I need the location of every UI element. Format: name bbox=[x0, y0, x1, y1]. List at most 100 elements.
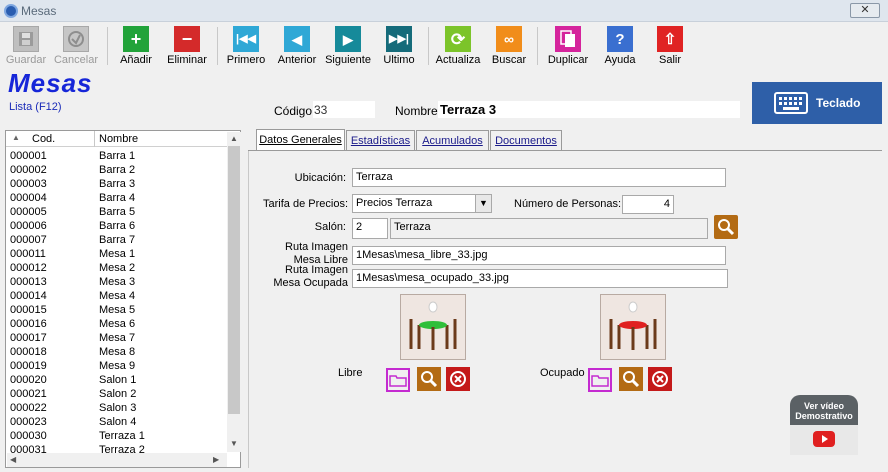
col-nombre-header[interactable]: Nombre bbox=[99, 133, 138, 145]
teclado-label: Teclado bbox=[816, 96, 861, 110]
buscar-button[interactable]: ∞ Buscar bbox=[488, 26, 530, 68]
list-item[interactable]: 000030 Terraza 1 bbox=[6, 429, 227, 443]
actualiza-button[interactable]: ⟳ Actualiza bbox=[434, 26, 482, 68]
list-item[interactable]: 000017 Mesa 7 bbox=[6, 331, 227, 345]
ocupado-folder-icon[interactable] bbox=[588, 368, 612, 392]
siguiente-button[interactable]: ▶ Siguiente bbox=[324, 26, 372, 68]
list-item-nombre: Salon 4 bbox=[99, 416, 137, 428]
ruta-ocupada-field[interactable]: 1Mesas\mesa_ocupado_33.jpg bbox=[352, 269, 728, 288]
list-item-nombre: Mesa 6 bbox=[99, 318, 136, 330]
ruta-ocupada-label-line2: Mesa Ocupada bbox=[273, 277, 348, 289]
list-item-cod: 000006 bbox=[10, 220, 47, 232]
list-item[interactable]: 000011 Mesa 1 bbox=[6, 247, 227, 261]
minus-icon: − bbox=[174, 26, 200, 52]
salon-search-icon[interactable] bbox=[714, 215, 738, 239]
anadir-button[interactable]: + Añadir bbox=[116, 26, 156, 68]
list-item[interactable]: 000021 Salon 2 bbox=[6, 387, 227, 401]
horizontal-scrollbar[interactable]: ◀ ▶ bbox=[7, 453, 227, 467]
ubicacion-field[interactable]: Terraza bbox=[352, 168, 726, 187]
col-cod-header[interactable]: Cod. bbox=[32, 133, 55, 145]
scroll-down-icon[interactable]: ▼ bbox=[230, 439, 238, 448]
libre-search-icon[interactable] bbox=[417, 367, 441, 391]
ver-video-button[interactable]: Ver vídeo Demostrativo bbox=[790, 395, 858, 455]
list-item-cod: 000016 bbox=[10, 318, 47, 330]
list-item-cod: 000019 bbox=[10, 360, 47, 372]
list-item[interactable]: 000006 Barra 6 bbox=[6, 219, 227, 233]
list-item[interactable]: 000012 Mesa 2 bbox=[6, 261, 227, 275]
ocupado-delete-icon[interactable] bbox=[648, 367, 672, 391]
list-item-cod: 000013 bbox=[10, 276, 47, 288]
list-item[interactable]: 000007 Barra 7 bbox=[6, 233, 227, 247]
list-item-cod: 000003 bbox=[10, 178, 47, 190]
list-item[interactable]: 000002 Barra 2 bbox=[6, 163, 227, 177]
youtube-icon bbox=[813, 431, 835, 447]
toolbar-separator bbox=[537, 27, 538, 65]
ayuda-label: Ayuda bbox=[604, 54, 636, 66]
list-item[interactable]: 000023 Salon 4 bbox=[6, 415, 227, 429]
personas-field[interactable]: 4 bbox=[622, 195, 674, 214]
libre-delete-icon[interactable] bbox=[446, 367, 470, 391]
tab-acumulados[interactable]: Acumulados bbox=[416, 130, 489, 150]
salir-button[interactable]: ⇧ Salir bbox=[652, 26, 688, 68]
list-item[interactable]: 000014 Mesa 4 bbox=[6, 289, 227, 303]
duplicar-button[interactable]: Duplicar bbox=[544, 26, 592, 68]
cancelar-button[interactable]: Cancelar bbox=[52, 26, 100, 68]
ocupado-label: Ocupado bbox=[540, 367, 585, 379]
tab-estadisticas[interactable]: Estadísticas bbox=[346, 130, 415, 150]
list-item[interactable]: 000015 Mesa 5 bbox=[6, 303, 227, 317]
anterior-button[interactable]: ◀ Anterior bbox=[274, 26, 320, 68]
list-item[interactable]: 000019 Mesa 9 bbox=[6, 359, 227, 373]
lista-link[interactable]: Lista (F12) bbox=[9, 101, 62, 113]
ultimo-button[interactable]: ▶▶| Ultimo bbox=[378, 26, 420, 68]
list-item-nombre: Barra 7 bbox=[99, 234, 136, 246]
refresh-icon: ⟳ bbox=[445, 26, 471, 52]
cancelar-label: Cancelar bbox=[53, 54, 99, 66]
list-item[interactable]: 000031 Terraza 2 bbox=[6, 443, 227, 453]
teclado-button[interactable]: Teclado bbox=[752, 82, 882, 124]
list-item[interactable]: 000016 Mesa 6 bbox=[6, 317, 227, 331]
binoculars-icon: ∞ bbox=[496, 26, 522, 52]
nombre-value[interactable]: Terraza 3 bbox=[438, 101, 740, 118]
list-item-cod: 000014 bbox=[10, 290, 47, 302]
vertical-scrollbar[interactable]: ▲ ▼ bbox=[227, 132, 241, 452]
tab-documentos[interactable]: Documentos bbox=[490, 130, 562, 150]
ocupado-search-icon[interactable] bbox=[619, 367, 643, 391]
tarifa-select[interactable]: Precios Terraza ▼ bbox=[352, 194, 492, 213]
help-icon: ? bbox=[607, 26, 633, 52]
guardar-button[interactable]: Guardar bbox=[4, 26, 48, 68]
list-item-cod: 000015 bbox=[10, 304, 47, 316]
tarifa-label: Tarifa de Precios: bbox=[263, 198, 348, 210]
codigo-label: Código: bbox=[274, 104, 316, 118]
scroll-up-icon[interactable]: ▲ bbox=[230, 134, 238, 143]
mesas-list[interactable]: ▲ Cod. Nombre 000001 Barra 1 000002 Barra 2… bbox=[5, 130, 241, 468]
list-item[interactable]: 000013 Mesa 3 bbox=[6, 275, 227, 289]
toolbar-separator bbox=[107, 27, 108, 65]
ruta-ocupada-label-line1: Ruta Imagen bbox=[285, 264, 348, 276]
list-item-nombre: Mesa 2 bbox=[99, 262, 136, 274]
list-item[interactable]: 000022 Salon 3 bbox=[6, 401, 227, 415]
chevron-down-icon[interactable]: ▼ bbox=[475, 195, 491, 212]
ruta-libre-label-line1: Ruta Imagen bbox=[285, 241, 348, 253]
libre-folder-icon[interactable] bbox=[386, 368, 410, 392]
close-button[interactable]: ✕ bbox=[850, 3, 880, 18]
list-item[interactable]: 000018 Mesa 8 bbox=[6, 345, 227, 359]
list-item[interactable]: 000004 Barra 4 bbox=[6, 191, 227, 205]
scroll-thumb[interactable] bbox=[228, 146, 240, 414]
ayuda-button[interactable]: ? Ayuda bbox=[600, 26, 640, 68]
eliminar-button[interactable]: − Eliminar bbox=[164, 26, 210, 68]
list-item-cod: 000023 bbox=[10, 416, 47, 428]
personas-label: Número de Personas: bbox=[514, 198, 621, 210]
list-item-cod: 000031 bbox=[10, 444, 47, 453]
salon-code-field[interactable]: 2 bbox=[352, 218, 388, 239]
list-item[interactable]: 000005 Barra 5 bbox=[6, 205, 227, 219]
primero-button[interactable]: |◀◀ Primero bbox=[224, 26, 268, 68]
ruta-libre-field[interactable]: 1Mesas\mesa_libre_33.jpg bbox=[352, 246, 726, 265]
list-header: ▲ Cod. Nombre bbox=[6, 131, 227, 147]
list-item[interactable]: 000020 Salon 1 bbox=[6, 373, 227, 387]
list-item[interactable]: 000001 Barra 1 bbox=[6, 149, 227, 163]
scroll-right-icon[interactable]: ▶ bbox=[213, 455, 219, 464]
list-item-cod: 000018 bbox=[10, 346, 47, 358]
tab-datos-generales[interactable]: Datos Generales bbox=[256, 129, 345, 151]
list-item[interactable]: 000003 Barra 3 bbox=[6, 177, 227, 191]
scroll-left-icon[interactable]: ◀ bbox=[10, 455, 16, 464]
